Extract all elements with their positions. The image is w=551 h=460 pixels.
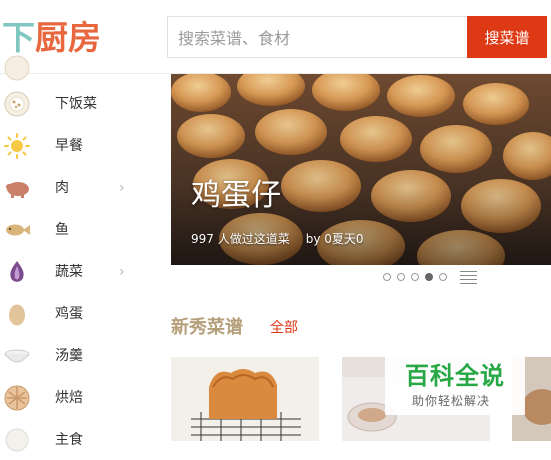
top-category-icon bbox=[4, 55, 30, 81]
banner-title[interactable]: 鸡蛋仔 bbox=[191, 178, 281, 214]
carousel-dot-active[interactable] bbox=[425, 273, 433, 281]
search-box bbox=[167, 16, 467, 59]
logo-char-2: 厨 bbox=[35, 18, 68, 57]
sidebar-item-label: 鱼 bbox=[55, 222, 69, 238]
sidebar-item-rou[interactable]: 肉 › bbox=[0, 168, 150, 208]
site-logo[interactable]: 下厨房 bbox=[2, 18, 101, 58]
onion-icon bbox=[10, 261, 24, 282]
sidebar-item-label: 下饭菜 bbox=[55, 96, 97, 112]
watermark-overlay: 百科全说 助你轻松解决 bbox=[385, 355, 525, 415]
featured-banner[interactable]: 鸡蛋仔 997 人做过这道菜 by 0夏天0 bbox=[171, 74, 551, 265]
carousel-dot[interactable] bbox=[383, 273, 391, 281]
pig-icon bbox=[6, 182, 29, 198]
sidebar-item-label: 早餐 bbox=[55, 138, 83, 154]
fish-icon bbox=[6, 224, 30, 236]
sidebar-item-jidan[interactable]: 鸡蛋 bbox=[0, 294, 150, 334]
pie-icon bbox=[4, 385, 30, 411]
sidebar-item-zhushi[interactable]: 主食 bbox=[0, 420, 150, 460]
watermark-title: 百科全说 bbox=[405, 362, 505, 390]
sidebar-item-label: 鸡蛋 bbox=[55, 306, 83, 322]
sidebar-item-label: 蔬菜 bbox=[55, 264, 83, 280]
sidebar-item-hongbei[interactable]: 烘焙 bbox=[0, 378, 150, 418]
carousel-dot[interactable] bbox=[439, 273, 447, 281]
sidebar-item-label: 汤羹 bbox=[55, 348, 83, 364]
sidebar-item-xiafancai[interactable]: 下饭菜 bbox=[0, 84, 150, 124]
search-input[interactable] bbox=[176, 17, 460, 59]
sidebar-item-shucai[interactable]: 蔬菜 › bbox=[0, 252, 150, 292]
soup-bowl-icon bbox=[4, 349, 30, 363]
author-link[interactable]: by 0夏天0 bbox=[306, 232, 364, 246]
logo-char-1: 下 bbox=[2, 18, 35, 57]
search-button[interactable]: 搜菜谱 bbox=[467, 16, 547, 58]
watermark-subtitle: 助你轻松解决 bbox=[412, 394, 491, 408]
category-sidebar: 下饭菜 早餐 肉 › 鱼 蔬菜 › 鸡蛋 汤羹 烘焙 主食 bbox=[0, 55, 160, 452]
sidebar-item-yu[interactable]: 鱼 bbox=[0, 210, 150, 250]
staple-icon bbox=[5, 428, 29, 452]
recipe-card[interactable] bbox=[171, 357, 319, 441]
rice-bowl-icon bbox=[4, 91, 30, 117]
carousel-dot[interactable] bbox=[411, 273, 419, 281]
banner-meta: 997 人做过这道菜 by 0夏天0 bbox=[191, 231, 364, 247]
sidebar-item-label: 烘焙 bbox=[55, 390, 83, 406]
chevron-right-icon: › bbox=[119, 180, 125, 196]
egg-icon bbox=[9, 304, 25, 326]
cook-count: 997 人做过这道菜 bbox=[191, 232, 290, 246]
recipe-image bbox=[171, 357, 319, 441]
chevron-right-icon: › bbox=[119, 264, 125, 280]
section-title: 新秀菜谱 bbox=[171, 317, 243, 338]
sidebar-item-label: 肉 bbox=[55, 180, 69, 196]
logo-char-3: 房 bbox=[68, 18, 101, 57]
sun-icon bbox=[4, 133, 30, 159]
sidebar-item-tanggeng[interactable]: 汤羹 bbox=[0, 336, 150, 376]
sidebar-item-zaocan[interactable]: 早餐 bbox=[0, 126, 150, 166]
carousel-dot[interactable] bbox=[397, 273, 405, 281]
view-all-link[interactable]: 全部 bbox=[270, 318, 298, 338]
sidebar-item-label: 主食 bbox=[55, 432, 83, 448]
list-view-icon[interactable] bbox=[460, 271, 477, 284]
